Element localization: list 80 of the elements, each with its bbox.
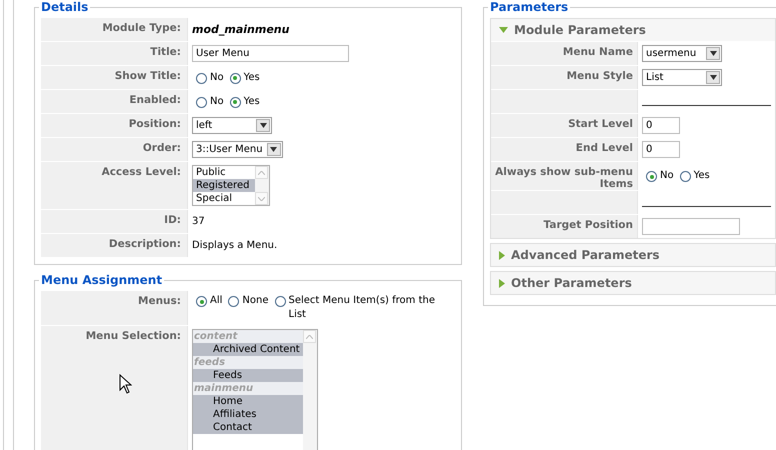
field-value: Displays a Menu. <box>192 240 278 251</box>
field-label: Module Type: <box>102 22 181 34</box>
section-title: Details <box>40 0 90 14</box>
option-label: Select Menu Item(s) from the List <box>288 294 436 322</box>
list-option[interactable]: Affiliates <box>193 408 303 421</box>
field-value: 37 <box>192 216 205 227</box>
radio-button[interactable] <box>274 296 286 307</box>
field-label: Menu Style <box>566 70 633 82</box>
caret-icon <box>306 334 313 338</box>
select-field[interactable]: left <box>192 117 272 134</box>
list-option[interactable]: Archived Content <box>193 343 303 356</box>
expanded-arrow-icon <box>499 27 508 33</box>
option-label: All <box>210 294 222 308</box>
caret-icon <box>710 75 716 80</box>
list-option[interactable]: Feeds <box>193 369 303 382</box>
radio-button[interactable] <box>680 171 691 182</box>
list-box[interactable]: Public Registered Special <box>192 165 270 206</box>
field-label: Position: <box>128 118 181 130</box>
field-label: End Level <box>576 142 633 154</box>
field-label: Show Title: <box>114 70 181 82</box>
module-type: mod_mainmenu <box>192 23 290 36</box>
select-field[interactable]: List <box>642 69 722 86</box>
list-option[interactable]: Home <box>193 395 303 408</box>
dropdown-button[interactable] <box>256 119 270 132</box>
radio-button[interactable] <box>196 72 207 84</box>
option-label: No <box>210 70 224 84</box>
list-option[interactable]: Contact <box>193 421 303 434</box>
field-label: Menu Name <box>562 46 633 58</box>
select-field[interactable]: usermenu <box>642 45 722 62</box>
list-box[interactable]: content Archived Content feeds Feeds mainmenu Home Affiliates Contact <box>192 329 318 450</box>
caret-icon <box>258 196 265 200</box>
option-label: No <box>210 94 224 108</box>
group-label: mainmenu <box>193 382 303 395</box>
field-label: ID: <box>164 214 181 226</box>
field-label: Description: <box>108 238 181 250</box>
input-field[interactable]: 0 <box>642 141 680 158</box>
caret-icon <box>710 51 716 56</box>
field-label: Menu Selection: <box>86 330 181 342</box>
option-label: Yes <box>694 169 710 183</box>
radio-button[interactable] <box>230 72 241 84</box>
option-label: Yes <box>244 94 260 108</box>
radio-button[interactable] <box>646 171 657 182</box>
input-field[interactable]: 0 <box>642 117 680 134</box>
mouse-cursor-icon <box>119 374 132 394</box>
panel-header[interactable]: Advanced Parameters <box>491 244 775 266</box>
field-label: Target Position <box>544 219 633 231</box>
list-option[interactable]: Registered <box>193 179 255 192</box>
field-label: Menus: <box>138 295 181 307</box>
field-label: Access Level: <box>102 166 181 178</box>
field-label: Start Level <box>568 118 633 130</box>
radio-button[interactable] <box>230 96 241 108</box>
collapsed-arrow-icon <box>499 278 505 288</box>
list-option[interactable]: Public <box>193 166 255 179</box>
section-title: Menu Assignment <box>40 273 164 287</box>
option-label: Yes <box>244 70 260 84</box>
dropdown-button[interactable] <box>706 71 720 84</box>
field-label: Enabled: <box>129 94 181 106</box>
group-label: feeds <box>193 356 303 369</box>
option-label: None <box>242 294 268 308</box>
field-label: Always show sub-menu Items <box>495 166 633 190</box>
caret-icon <box>260 123 266 128</box>
radio-button[interactable] <box>196 96 207 108</box>
option-label: No <box>660 169 674 183</box>
group-label: content <box>193 330 303 343</box>
field-label: Order: <box>142 142 181 154</box>
radio-button[interactable] <box>196 296 207 307</box>
panel-header[interactable]: Other Parameters <box>491 272 775 294</box>
caret-icon <box>270 147 278 152</box>
select-field[interactable]: 3::User Menu <box>192 141 283 158</box>
caret-icon <box>258 170 265 174</box>
radio-button[interactable] <box>228 296 240 307</box>
panel-header[interactable]: Module Parameters <box>491 19 775 41</box>
section-title: Parameters <box>489 0 570 14</box>
field-label: Title: <box>150 46 181 58</box>
dropdown-button[interactable] <box>706 47 720 60</box>
dropdown-button[interactable] <box>266 143 281 156</box>
collapsed-arrow-icon <box>499 250 505 260</box>
list-option[interactable]: Special <box>193 192 255 205</box>
input-field[interactable]: User Menu <box>192 45 349 62</box>
input-field[interactable] <box>642 218 740 235</box>
